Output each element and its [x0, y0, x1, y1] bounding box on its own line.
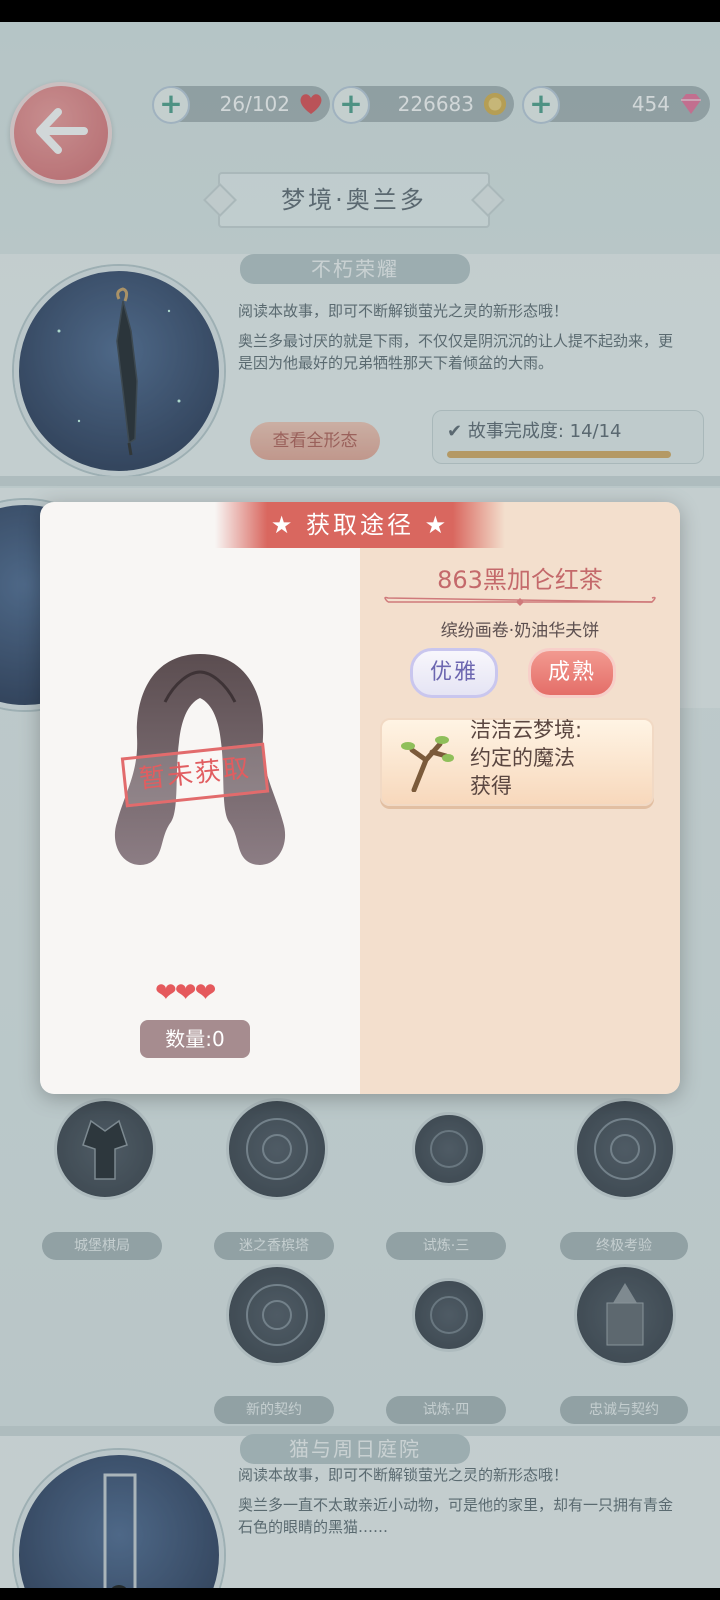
star-icon: ★: [270, 511, 296, 539]
system-nav-bar: [0, 1588, 720, 1600]
item-preview-panel: 暂未获取 ❤❤❤ 数量:0: [40, 502, 360, 1094]
item-series: 缤纷画卷·奶油华夫饼: [440, 621, 600, 641]
acquisition-source-button[interactable]: 洁洁云梦境: 约定的魔法 获得: [380, 718, 654, 806]
branch-icon: [401, 736, 454, 792]
screen: + 26/102 + 226683 + 454 梦境·奥兰多 不朽荣耀 阅读本故…: [0, 22, 720, 1588]
star-icon: ★: [424, 511, 450, 539]
source-line: 获得: [470, 774, 512, 798]
ornament-divider: [384, 596, 656, 606]
item-name: 863黑加仑红茶: [437, 566, 603, 594]
quantity-label: 数量:0: [140, 1020, 250, 1058]
rating-hearts: ❤❤❤: [155, 978, 216, 1008]
status-bar: [0, 0, 720, 22]
tag-mature: 成熟: [528, 648, 616, 698]
tag-elegant: 优雅: [410, 648, 498, 698]
source-line: 约定的魔法: [470, 746, 575, 770]
acquisition-modal: 暂未获取 ❤❤❤ 数量:0 863黑加仑红茶 缤纷画卷·奶油华夫饼 优雅 成熟: [40, 502, 680, 1094]
item-info-panel: 863黑加仑红茶 缤纷画卷·奶油华夫饼 优雅 成熟 洁洁云梦境: 约定的魔法 获…: [360, 502, 680, 1094]
modal-title: ★ 获取途径 ★: [215, 502, 505, 548]
source-line: 洁洁云梦境:: [470, 718, 583, 742]
modal-title-text: 获取途径: [306, 511, 414, 539]
source-text: 洁洁云梦境: 约定的魔法 获得: [470, 716, 582, 800]
